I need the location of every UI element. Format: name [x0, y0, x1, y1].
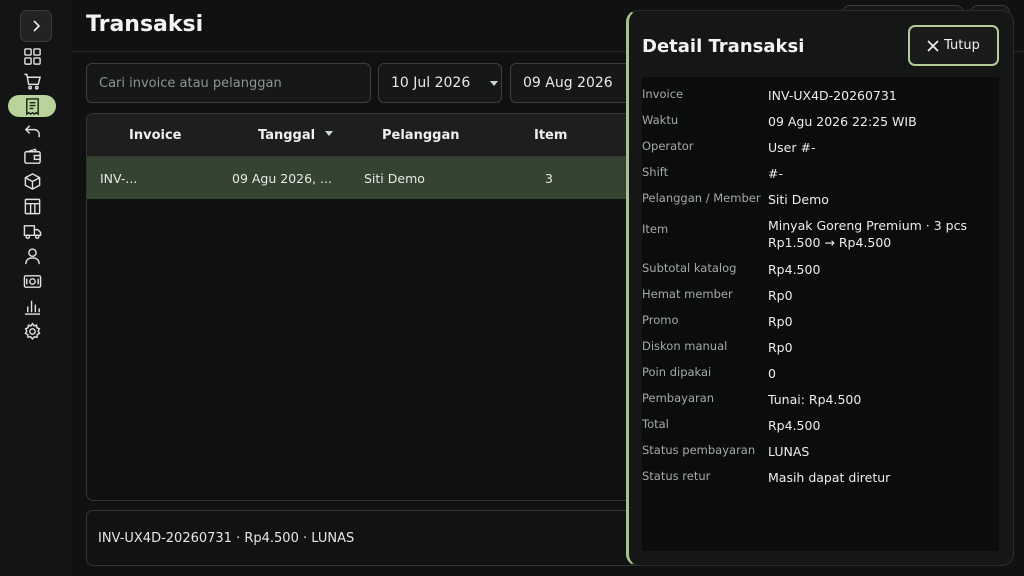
- sidebar-item-pengaturan[interactable]: [8, 320, 56, 342]
- selected-summary-text: INV-UX4D-20260731 · Rp4.500 · LUNAS: [98, 530, 355, 546]
- detail-label: Invoice: [642, 87, 684, 101]
- column-header-invoice[interactable]: Invoice: [129, 128, 181, 143]
- cell-item: 3: [545, 171, 553, 186]
- table-row[interactable]: INV-... 09 Agu 2026, ... Siti Demo 3: [87, 157, 645, 199]
- undo-icon: [24, 124, 40, 137]
- chevron-down-icon: [490, 81, 498, 86]
- selected-summary-bar: INV-UX4D-20260731 · Rp4.500 · LUNAS: [86, 510, 646, 566]
- cell-pelanggan: Siti Demo: [364, 171, 425, 186]
- detail-value: Rp4.500: [768, 418, 821, 433]
- detail-label: Status retur: [642, 469, 711, 483]
- cell-invoice: INV-...: [100, 171, 138, 186]
- detail-list: Invoice INV-UX4D-20260731 Waktu 09 Agu 2…: [642, 77, 999, 551]
- detail-value: LUNAS: [768, 444, 810, 459]
- column-header-tanggal[interactable]: Tanggal: [258, 128, 334, 143]
- detail-label: Item: [642, 222, 669, 236]
- detail-value: 0: [768, 366, 776, 381]
- detail-value: Rp0: [768, 314, 793, 329]
- table-header: Invoice Tanggal Pelanggan Item: [87, 114, 645, 157]
- money-icon: [23, 274, 41, 288]
- chevron-right-icon: [33, 20, 41, 32]
- detail-value: Masih dapat diretur: [768, 470, 891, 485]
- sidebar-item-produk[interactable]: [8, 170, 56, 192]
- sidebar: [0, 0, 72, 576]
- detail-value: Tunai: Rp4.500: [768, 392, 862, 407]
- cell-tanggal: 09 Agu 2026, ...: [232, 171, 332, 186]
- truck-icon: [23, 224, 41, 239]
- receipt-icon: [25, 97, 39, 116]
- sort-descending-icon: [325, 131, 334, 136]
- detail-label: Operator: [642, 139, 694, 153]
- close-button[interactable]: Tutup: [908, 25, 999, 66]
- wallet-icon: [23, 148, 41, 164]
- detail-value: Minyak Goreng Premium · 3 pcs: [768, 218, 967, 233]
- user-icon: [24, 247, 40, 264]
- chart-icon: [24, 300, 40, 315]
- sidebar-item-pengiriman[interactable]: [8, 220, 56, 242]
- date-from-field[interactable]: 10 Jul 2026: [378, 63, 502, 103]
- sidebar-item-dashboard[interactable]: [8, 45, 56, 67]
- sidebar-item-laporan[interactable]: [8, 295, 56, 317]
- detail-label: Poin dipakai: [642, 365, 712, 379]
- detail-value: Rp0: [768, 288, 793, 303]
- detail-label: Shift: [642, 165, 669, 179]
- detail-value: Siti Demo: [768, 192, 829, 207]
- detail-label: Total: [642, 417, 669, 431]
- detail-panel-title: Detail Transaksi: [642, 36, 805, 57]
- detail-label: Status pembayaran: [642, 443, 756, 457]
- cart-icon: [23, 73, 41, 90]
- detail-value: #-: [768, 166, 783, 181]
- detail-label: Promo: [642, 313, 679, 327]
- table-icon: [24, 198, 40, 214]
- detail-label: Pelanggan / Member: [642, 191, 761, 205]
- detail-value: User #-: [768, 140, 816, 155]
- close-button-label: Tutup: [944, 38, 980, 53]
- search-input[interactable]: [86, 63, 371, 103]
- column-header-pelanggan[interactable]: Pelanggan: [382, 128, 459, 143]
- detail-label: Diskon manual: [642, 339, 728, 353]
- detail-label: Subtotal katalog: [642, 261, 737, 275]
- detail-value: Rp0: [768, 340, 793, 355]
- sidebar-item-retur[interactable]: [8, 120, 56, 142]
- date-from-value: 10 Jul 2026: [391, 75, 471, 91]
- page-title: Transaksi: [86, 12, 204, 37]
- box-icon: [24, 172, 40, 190]
- detail-value: INV-UX4D-20260731: [768, 88, 897, 103]
- close-icon: [927, 39, 939, 52]
- date-to-field[interactable]: 09 Aug 2026: [510, 63, 640, 103]
- transactions-table: Invoice Tanggal Pelanggan Item INV-... 0…: [86, 113, 646, 501]
- column-header-item[interactable]: Item: [534, 128, 567, 143]
- detail-label: Waktu: [642, 113, 679, 127]
- sidebar-item-keuangan[interactable]: [8, 270, 56, 292]
- sidebar-item-tabel[interactable]: [8, 195, 56, 217]
- grid-icon: [23, 47, 41, 65]
- date-to-value: 09 Aug 2026: [523, 75, 613, 91]
- gear-icon: [23, 321, 41, 340]
- detail-value-price: Rp1.500 → Rp4.500: [768, 235, 892, 250]
- column-header-tanggal-label: Tanggal: [258, 128, 316, 143]
- detail-panel: Detail Transaksi Tutup Invoice INV-UX4D-…: [626, 10, 1014, 566]
- sidebar-item-transaksi[interactable]: [8, 95, 56, 117]
- detail-value: 09 Agu 2026 22:25 WIB: [768, 114, 917, 129]
- detail-label: Hemat member: [642, 287, 733, 301]
- sidebar-item-kasir[interactable]: [8, 70, 56, 92]
- detail-label: Pembayaran: [642, 391, 715, 405]
- sidebar-toggle-button[interactable]: [20, 10, 52, 42]
- detail-value: Rp4.500: [768, 262, 821, 277]
- sidebar-item-pelanggan[interactable]: [8, 245, 56, 267]
- sidebar-item-wallet[interactable]: [8, 145, 56, 167]
